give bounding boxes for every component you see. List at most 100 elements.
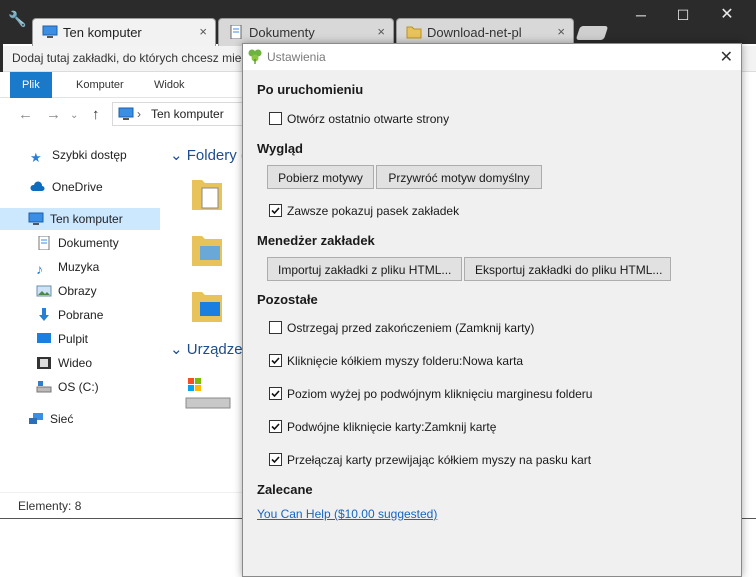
sidebar-item-ten-komputer[interactable]: Ten komputer <box>0 208 160 230</box>
option-restore-pages[interactable]: Otwórz ostatnio otwarte strony <box>269 112 449 130</box>
section-appearance: Wygląd <box>257 141 303 156</box>
sidebar-item-onedrive[interactable]: OneDrive <box>0 176 160 198</box>
sidebar-item-label: Szybki dostęp <box>52 148 127 162</box>
ribbon-tab-widok[interactable]: Widok <box>142 72 197 98</box>
restore-theme-button[interactable]: Przywróć motyw domyślny <box>376 165 542 189</box>
checkbox[interactable] <box>269 420 282 433</box>
sidebar-item-obrazy[interactable]: Obrazy <box>0 280 160 302</box>
option-double-click-up[interactable]: Poziom wyżej po podwójnym kliknięciu mar… <box>269 387 592 405</box>
status-bar: Elementy: 8 <box>0 492 242 518</box>
option-wheel-switch-tabs[interactable]: Przełączaj karty przewijając kółkiem mys… <box>269 453 591 471</box>
checkbox[interactable] <box>269 112 282 125</box>
export-bookmarks-button[interactable]: Eksportuj zakładki do pliku HTML... <box>464 257 671 281</box>
folder-desktop-icon[interactable] <box>192 288 222 324</box>
option-label: Otwórz ostatnio otwarte strony <box>287 112 450 126</box>
close-icon[interactable]: ✕ <box>720 47 733 67</box>
dialog-title: Ustawienia <box>267 50 326 64</box>
folder-documents-icon[interactable] <box>192 176 222 212</box>
option-double-click-tab[interactable]: Podwójne kliknięcie karty:Zamknij kartę <box>269 420 496 438</box>
sidebar-item-dokumenty[interactable]: Dokumenty <box>0 232 160 254</box>
tab-label: Dokumenty <box>249 25 315 40</box>
option-label: Ostrzegaj przed zakończeniem (Zamknij ka… <box>287 321 535 335</box>
option-show-bookmarks-bar[interactable]: Zawsze pokazuj pasek zakładek <box>269 204 459 222</box>
chevron-right-icon: › <box>137 107 141 121</box>
picture-icon <box>36 285 52 297</box>
sidebar-item-label: OneDrive <box>52 180 103 194</box>
option-label: Przełączaj karty przewijając kółkiem mys… <box>287 453 592 467</box>
settings-dialog: Ustawienia ✕ Po uruchomieniu Otwórz osta… <box>242 43 742 577</box>
music-icon: ♪ <box>36 261 43 277</box>
tab-download-net-pl[interactable]: Download-net-pl × <box>396 18 574 46</box>
import-bookmarks-button[interactable]: Importuj zakładki z pliku HTML... <box>267 257 462 281</box>
section-other: Pozostałe <box>257 292 318 307</box>
checkbox[interactable] <box>269 453 282 466</box>
option-warn-before-close[interactable]: Ostrzegaj przed zakończeniem (Zamknij ka… <box>269 321 534 339</box>
sidebar-item-label: Pulpit <box>58 332 89 346</box>
tab-dokumenty[interactable]: Dokumenty × <box>218 18 394 46</box>
video-icon <box>37 357 51 369</box>
wrench-icon[interactable]: 🔧 <box>8 10 27 28</box>
sidebar-item-label: Obrazy <box>58 284 97 298</box>
group-header-folders[interactable]: ⌄ Foldery ( <box>170 146 246 164</box>
section-recommended: Zalecane <box>257 482 313 497</box>
item-count: Elementy: 8 <box>18 499 82 513</box>
computer-icon <box>42 25 58 38</box>
chevron-down-icon[interactable]: ⌄ <box>70 110 78 121</box>
hard-drive-icon[interactable] <box>184 376 236 412</box>
section-bookmark-manager: Menedżer zakładek <box>257 233 375 248</box>
checkbox[interactable] <box>269 387 282 400</box>
close-icon[interactable]: × <box>199 24 207 39</box>
bookmark-prompt: Dodaj tutaj zakładki, do których chcesz … <box>12 51 248 65</box>
checkbox[interactable] <box>269 321 282 334</box>
sidebar-item-os-c[interactable]: OS (C:) <box>0 376 160 398</box>
ribbon-tab-plik[interactable]: Plik <box>10 72 52 98</box>
drive-icon <box>36 381 52 393</box>
ribbon-tab-komputer[interactable]: Komputer <box>64 72 136 98</box>
sidebar-item-label: OS (C:) <box>58 380 99 394</box>
sidebar-item-pulpit[interactable]: Pulpit <box>0 328 160 350</box>
donate-link[interactable]: You Can Help ($10.00 suggested) <box>257 507 437 521</box>
sidebar-item-label: Pobrane <box>58 308 104 322</box>
tab-label: Ten komputer <box>63 25 142 40</box>
forward-arrow-icon[interactable]: → <box>46 106 61 123</box>
cloud-icon <box>30 181 45 191</box>
sidebar-item-szybki-dostep[interactable]: ★ Szybki dostęp <box>0 144 160 166</box>
network-icon <box>29 413 43 424</box>
new-tab-button[interactable] <box>575 26 609 40</box>
dialog-titlebar: Ustawienia ✕ <box>243 44 741 70</box>
maximize-icon[interactable]: ☐ <box>668 4 698 26</box>
sidebar-item-label: Dokumenty <box>58 236 119 250</box>
sidebar-item-siec[interactable]: Sieć <box>0 408 160 430</box>
sidebar-item-label: Sieć <box>50 412 74 426</box>
sidebar-item-label: Muzyka <box>58 260 100 274</box>
group-label: Foldery ( <box>186 147 246 164</box>
option-label: Podwójne kliknięcie karty:Zamknij kartę <box>287 420 497 434</box>
sidebar-item-muzyka[interactable]: ♪ Muzyka <box>0 256 160 278</box>
folder-pictures-icon[interactable] <box>192 232 222 268</box>
desktop-icon <box>37 333 51 343</box>
chevron-down-icon: ⌄ <box>170 341 187 358</box>
document-icon <box>230 25 242 39</box>
sidebar-item-pobrane[interactable]: Pobrane <box>0 304 160 326</box>
sidebar-item-label: Ten komputer <box>50 212 123 226</box>
option-label: Kliknięcie kółkiem myszy folderu:Nowa ka… <box>287 354 524 368</box>
download-icon <box>39 308 49 321</box>
tab-ten-komputer[interactable]: Ten komputer × <box>32 18 216 46</box>
scrollbar[interactable] <box>742 72 756 518</box>
back-arrow-icon[interactable]: ← <box>18 106 33 123</box>
window-close-icon[interactable]: ✕ <box>712 4 742 26</box>
group-header-devices[interactable]: ⌄ Urządzen <box>170 340 251 358</box>
close-icon[interactable]: × <box>377 24 385 39</box>
sidebar-item-wideo[interactable]: Wideo <box>0 352 160 374</box>
up-arrow-icon[interactable]: ↑ <box>92 106 100 123</box>
computer-icon <box>28 212 44 225</box>
minimize-icon[interactable]: ─ <box>626 4 656 26</box>
tab-label: Download-net-pl <box>427 25 522 40</box>
get-themes-button[interactable]: Pobierz motywy <box>267 165 374 189</box>
option-middle-click-folder[interactable]: Kliknięcie kółkiem myszy folderu:Nowa ka… <box>269 354 523 372</box>
document-icon <box>38 236 50 250</box>
checkbox[interactable] <box>269 204 282 217</box>
checkbox[interactable] <box>269 354 282 367</box>
section-startup: Po uruchomieniu <box>257 82 364 97</box>
close-icon[interactable]: × <box>557 24 565 39</box>
